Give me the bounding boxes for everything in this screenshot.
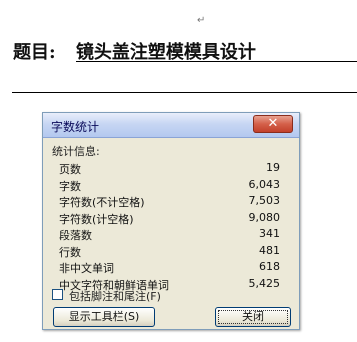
stat-value: 7,503 xyxy=(248,194,281,207)
stat-value: 9,080 xyxy=(248,210,281,224)
show-toolbar-button[interactable]: 显示工具栏(S) xyxy=(53,307,155,327)
stat-row-pages: 页数 19 xyxy=(59,161,280,178)
blank-underline xyxy=(12,92,357,93)
stat-row-non-chinese-words: 非中文单词 618 xyxy=(59,260,280,277)
title-label: 题目: xyxy=(13,42,56,63)
word-count-dialog: 字数统计 ✕ 统计信息: 页数 19 字数 6,043 字符数(不计空格) 7,… xyxy=(42,112,300,330)
stat-label: 字符数(不计空格) xyxy=(59,196,145,209)
stat-row-paragraphs: 段落数 341 xyxy=(59,227,280,244)
include-footnotes-checkbox[interactable] xyxy=(52,289,63,300)
close-button[interactable]: 关闭 xyxy=(215,307,291,327)
title-underline xyxy=(76,61,357,62)
paragraph-mark: ↵ xyxy=(197,15,206,26)
title-value: 镜头盖注塑模模具设计 xyxy=(75,42,256,63)
stats-section-label: 统计信息: xyxy=(52,145,100,158)
stat-label: 字符数(计空格) xyxy=(59,212,134,226)
stat-value: 6,043 xyxy=(248,177,281,191)
stat-label: 页数 xyxy=(59,163,81,176)
stat-label: 字数 xyxy=(59,179,81,193)
stat-row-chars-with-spaces: 字符数(计空格) 9,080 xyxy=(59,211,280,228)
include-footnotes-label[interactable]: 包括脚注和尾注(F) xyxy=(69,288,161,304)
stat-value: 19 xyxy=(266,161,280,174)
stat-value: 618 xyxy=(259,260,280,273)
stat-label: 非中文单词 xyxy=(59,262,114,275)
dialog-titlebar[interactable]: 字数统计 ✕ xyxy=(43,113,299,138)
stat-value: 341 xyxy=(259,227,280,240)
stat-row-chars-no-spaces: 字符数(不计空格) 7,503 xyxy=(59,194,280,211)
stat-label: 段落数 xyxy=(59,229,92,242)
stat-row-words: 字数 6,043 xyxy=(59,178,280,195)
close-icon[interactable]: ✕ xyxy=(253,115,293,133)
stat-label: 行数 xyxy=(59,245,81,259)
dialog-title: 字数统计 xyxy=(51,120,100,134)
stat-value: 5,425 xyxy=(248,276,281,290)
stat-value: 481 xyxy=(259,243,280,257)
stats-list: 页数 19 字数 6,043 字符数(不计空格) 7,503 字符数(计空格) … xyxy=(59,161,280,293)
stat-row-lines: 行数 481 xyxy=(59,244,280,261)
